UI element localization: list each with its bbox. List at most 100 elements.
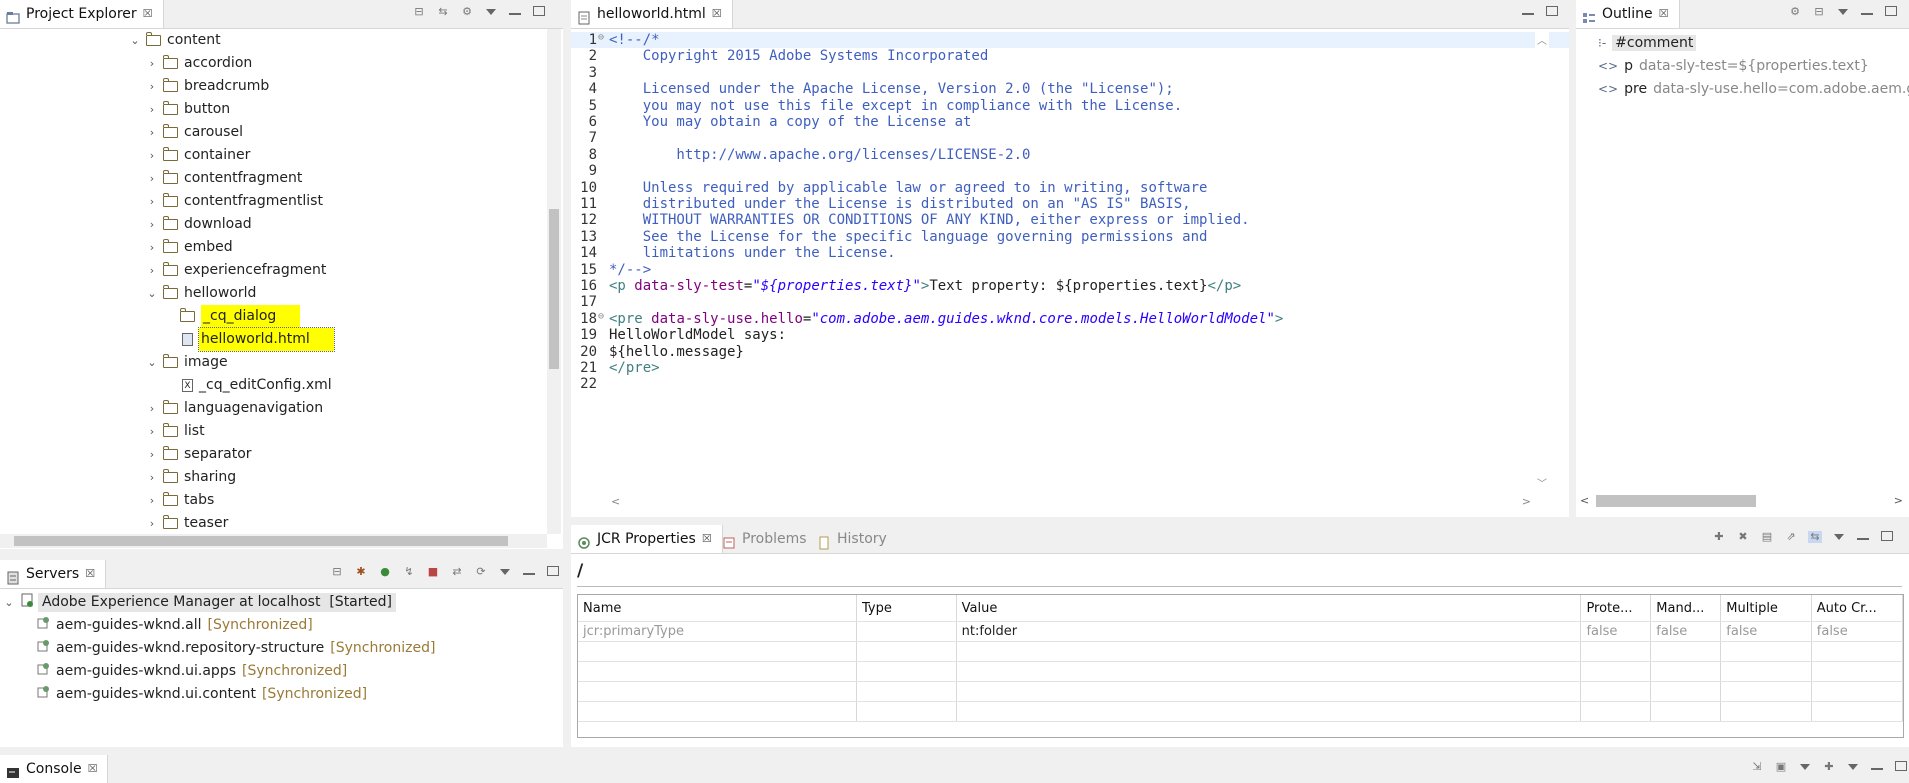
tree-item[interactable]: ⌄ image — [145, 351, 228, 374]
table-row[interactable] — [578, 641, 1903, 662]
properties-table[interactable]: Name Type Value Prote... Mand... Multiple Auto… — [578, 595, 1903, 722]
tree-item[interactable]: › embed — [145, 236, 233, 259]
tree-vertical-scrollbar[interactable] — [547, 29, 561, 534]
chevron-right-icon[interactable]: › — [145, 466, 159, 489]
chevron-right-icon[interactable]: › — [145, 259, 159, 282]
tree-item[interactable]: › sharing — [145, 466, 236, 489]
minimize-icon[interactable] — [1860, 6, 1874, 18]
chevron-right-icon[interactable]: › — [145, 512, 159, 534]
code-editor[interactable]: 1 ⊖ <!--/* 2 Copyright 2015 Adobe Systems I… — [571, 30, 1569, 492]
minimize-icon[interactable] — [1521, 6, 1535, 18]
tree-item[interactable]: helloworld.html — [162, 327, 335, 352]
tree-item[interactable]: X _cq_editConfig.xml — [162, 374, 332, 397]
table-cell[interactable] — [856, 681, 957, 702]
minimize-icon[interactable] — [1856, 531, 1870, 543]
scrollbar-thumb[interactable] — [14, 536, 508, 546]
view-menu-icon[interactable] — [1832, 531, 1846, 543]
module-entry[interactable]: aem-guides-wknd.ui.content [Synchronized] — [36, 685, 367, 704]
module-entry[interactable]: aem-guides-wknd.ui.apps [Synchronized] — [36, 662, 347, 681]
table-cell[interactable]: false — [1580, 621, 1652, 642]
minimize-icon[interactable] — [522, 566, 536, 578]
collapse-all-icon[interactable]: ⊟ — [330, 566, 344, 578]
table-cell[interactable] — [578, 641, 857, 662]
table-cell[interactable] — [578, 701, 857, 722]
table-cell[interactable] — [1720, 661, 1812, 682]
table-cell[interactable] — [1811, 701, 1903, 722]
publish-icon[interactable]: ⇄ — [450, 566, 464, 578]
chevron-right-icon[interactable]: › — [145, 489, 159, 512]
table-cell[interactable] — [1580, 661, 1652, 682]
display-console-icon[interactable]: ▣ — [1774, 761, 1788, 773]
minimize-icon[interactable] — [508, 6, 522, 18]
code-line[interactable]: 19 HelloWorldModel says: — [571, 327, 1569, 343]
view-menu-icon[interactable] — [1836, 6, 1850, 18]
scroll-left-icon[interactable]: < — [611, 495, 620, 508]
code-line[interactable]: 13 See the License for the specific lang… — [571, 229, 1569, 245]
tab-history[interactable]: History — [811, 525, 897, 553]
fold-icon[interactable]: ⊖ — [598, 30, 604, 46]
tree-item[interactable]: › download — [145, 213, 252, 236]
scrollbar-thumb[interactable] — [549, 209, 559, 369]
code-line[interactable]: 12 WITHOUT WARRANTIES OR CONDITIONS OF A… — [571, 212, 1569, 228]
table-cell[interactable] — [1720, 641, 1812, 662]
tree-item[interactable]: › breadcrumb — [145, 75, 269, 98]
column-header[interactable]: Auto Cr... — [1811, 595, 1903, 622]
table-row[interactable] — [578, 681, 1903, 702]
table-cell[interactable] — [1650, 701, 1722, 722]
profile-icon[interactable]: ↯ — [402, 566, 416, 578]
table-cell[interactable] — [1580, 681, 1652, 702]
code-line[interactable]: 5 you may not use this file except in co… — [571, 98, 1569, 114]
sort-icon[interactable]: ⚙ — [1788, 6, 1802, 18]
tree-item[interactable]: › experiencefragment — [145, 259, 326, 282]
chevron-down-icon[interactable]: ⌄ — [145, 351, 159, 374]
code-line[interactable]: 22 — [571, 376, 1569, 392]
tree-item[interactable]: › contentfragmentlist — [145, 190, 323, 213]
table-cell[interactable] — [1811, 661, 1903, 682]
maximize-icon[interactable] — [1884, 6, 1898, 18]
maximize-icon[interactable] — [1545, 6, 1559, 18]
tree-item[interactable]: › accordion — [145, 52, 252, 75]
tree-item[interactable]: › teaser — [145, 512, 228, 534]
pin-console-icon[interactable]: ⇲ — [1750, 761, 1764, 773]
scroll-right-icon[interactable]: > — [1894, 494, 1903, 507]
tree-item[interactable]: › button — [145, 98, 230, 121]
delete-property-icon[interactable]: ✖ — [1736, 531, 1750, 543]
tab-servers[interactable]: Servers ☒ — [0, 560, 107, 588]
outline-item[interactable]: <> p data-sly-test=${properties.text} — [1598, 56, 1869, 76]
code-line[interactable]: 21 </pre> — [571, 360, 1569, 376]
link-icon[interactable]: ⇆ — [1808, 531, 1822, 543]
maximize-icon[interactable] — [1880, 531, 1894, 543]
tree-item[interactable]: › list — [145, 420, 205, 443]
maximize-icon[interactable] — [1894, 761, 1908, 773]
link-with-editor-icon[interactable]: ⇆ — [436, 6, 450, 18]
table-cell[interactable] — [1650, 681, 1722, 702]
add-property-icon[interactable]: ✚ — [1712, 531, 1726, 543]
chevron-right-icon[interactable]: › — [145, 443, 159, 466]
code-line[interactable]: 3 — [571, 65, 1569, 81]
tree-item[interactable]: › languagenavigation — [145, 397, 323, 420]
code-line[interactable]: 18 ⊖ <pre data-sly-use.hello="com.adobe.ae… — [571, 311, 1569, 327]
export-icon[interactable]: ⇗ — [1784, 531, 1798, 543]
tree-item[interactable]: › contentfragment — [145, 167, 302, 190]
outline-item[interactable]: <> pre data-sly-use.hello=com.adobe.aem.gu… — [1598, 79, 1909, 99]
tree-item[interactable]: › tabs — [145, 489, 214, 512]
code-line[interactable]: 6 You may obtain a copy of the License a… — [571, 114, 1569, 130]
chevron-down-icon[interactable]: ⌄ — [128, 29, 142, 52]
column-header[interactable]: Mand... — [1650, 595, 1722, 622]
code-line[interactable]: 8 http://www.apache.org/licenses/LICENSE… — [571, 147, 1569, 163]
tab-helloworld-html[interactable]: helloworld.html ☒ — [571, 0, 733, 28]
table-cell[interactable] — [956, 701, 1582, 722]
view-menu-icon[interactable] — [1798, 761, 1812, 773]
close-icon[interactable]: ☒ — [712, 0, 722, 28]
table-cell[interactable] — [578, 681, 857, 702]
table-cell[interactable] — [856, 641, 957, 662]
table-cell[interactable] — [1811, 681, 1903, 702]
view-menu-icon[interactable] — [1846, 761, 1860, 773]
tab-problems[interactable]: Problems — [716, 525, 817, 553]
module-entry[interactable]: aem-guides-wknd.all [Synchronized] — [36, 616, 313, 635]
chevron-right-icon[interactable]: › — [145, 213, 159, 236]
table-cell[interactable]: nt:folder — [956, 621, 1582, 642]
close-icon[interactable]: ☒ — [85, 560, 95, 588]
table-cell[interactable] — [578, 661, 857, 682]
fold-icon[interactable]: ⊖ — [598, 309, 604, 325]
